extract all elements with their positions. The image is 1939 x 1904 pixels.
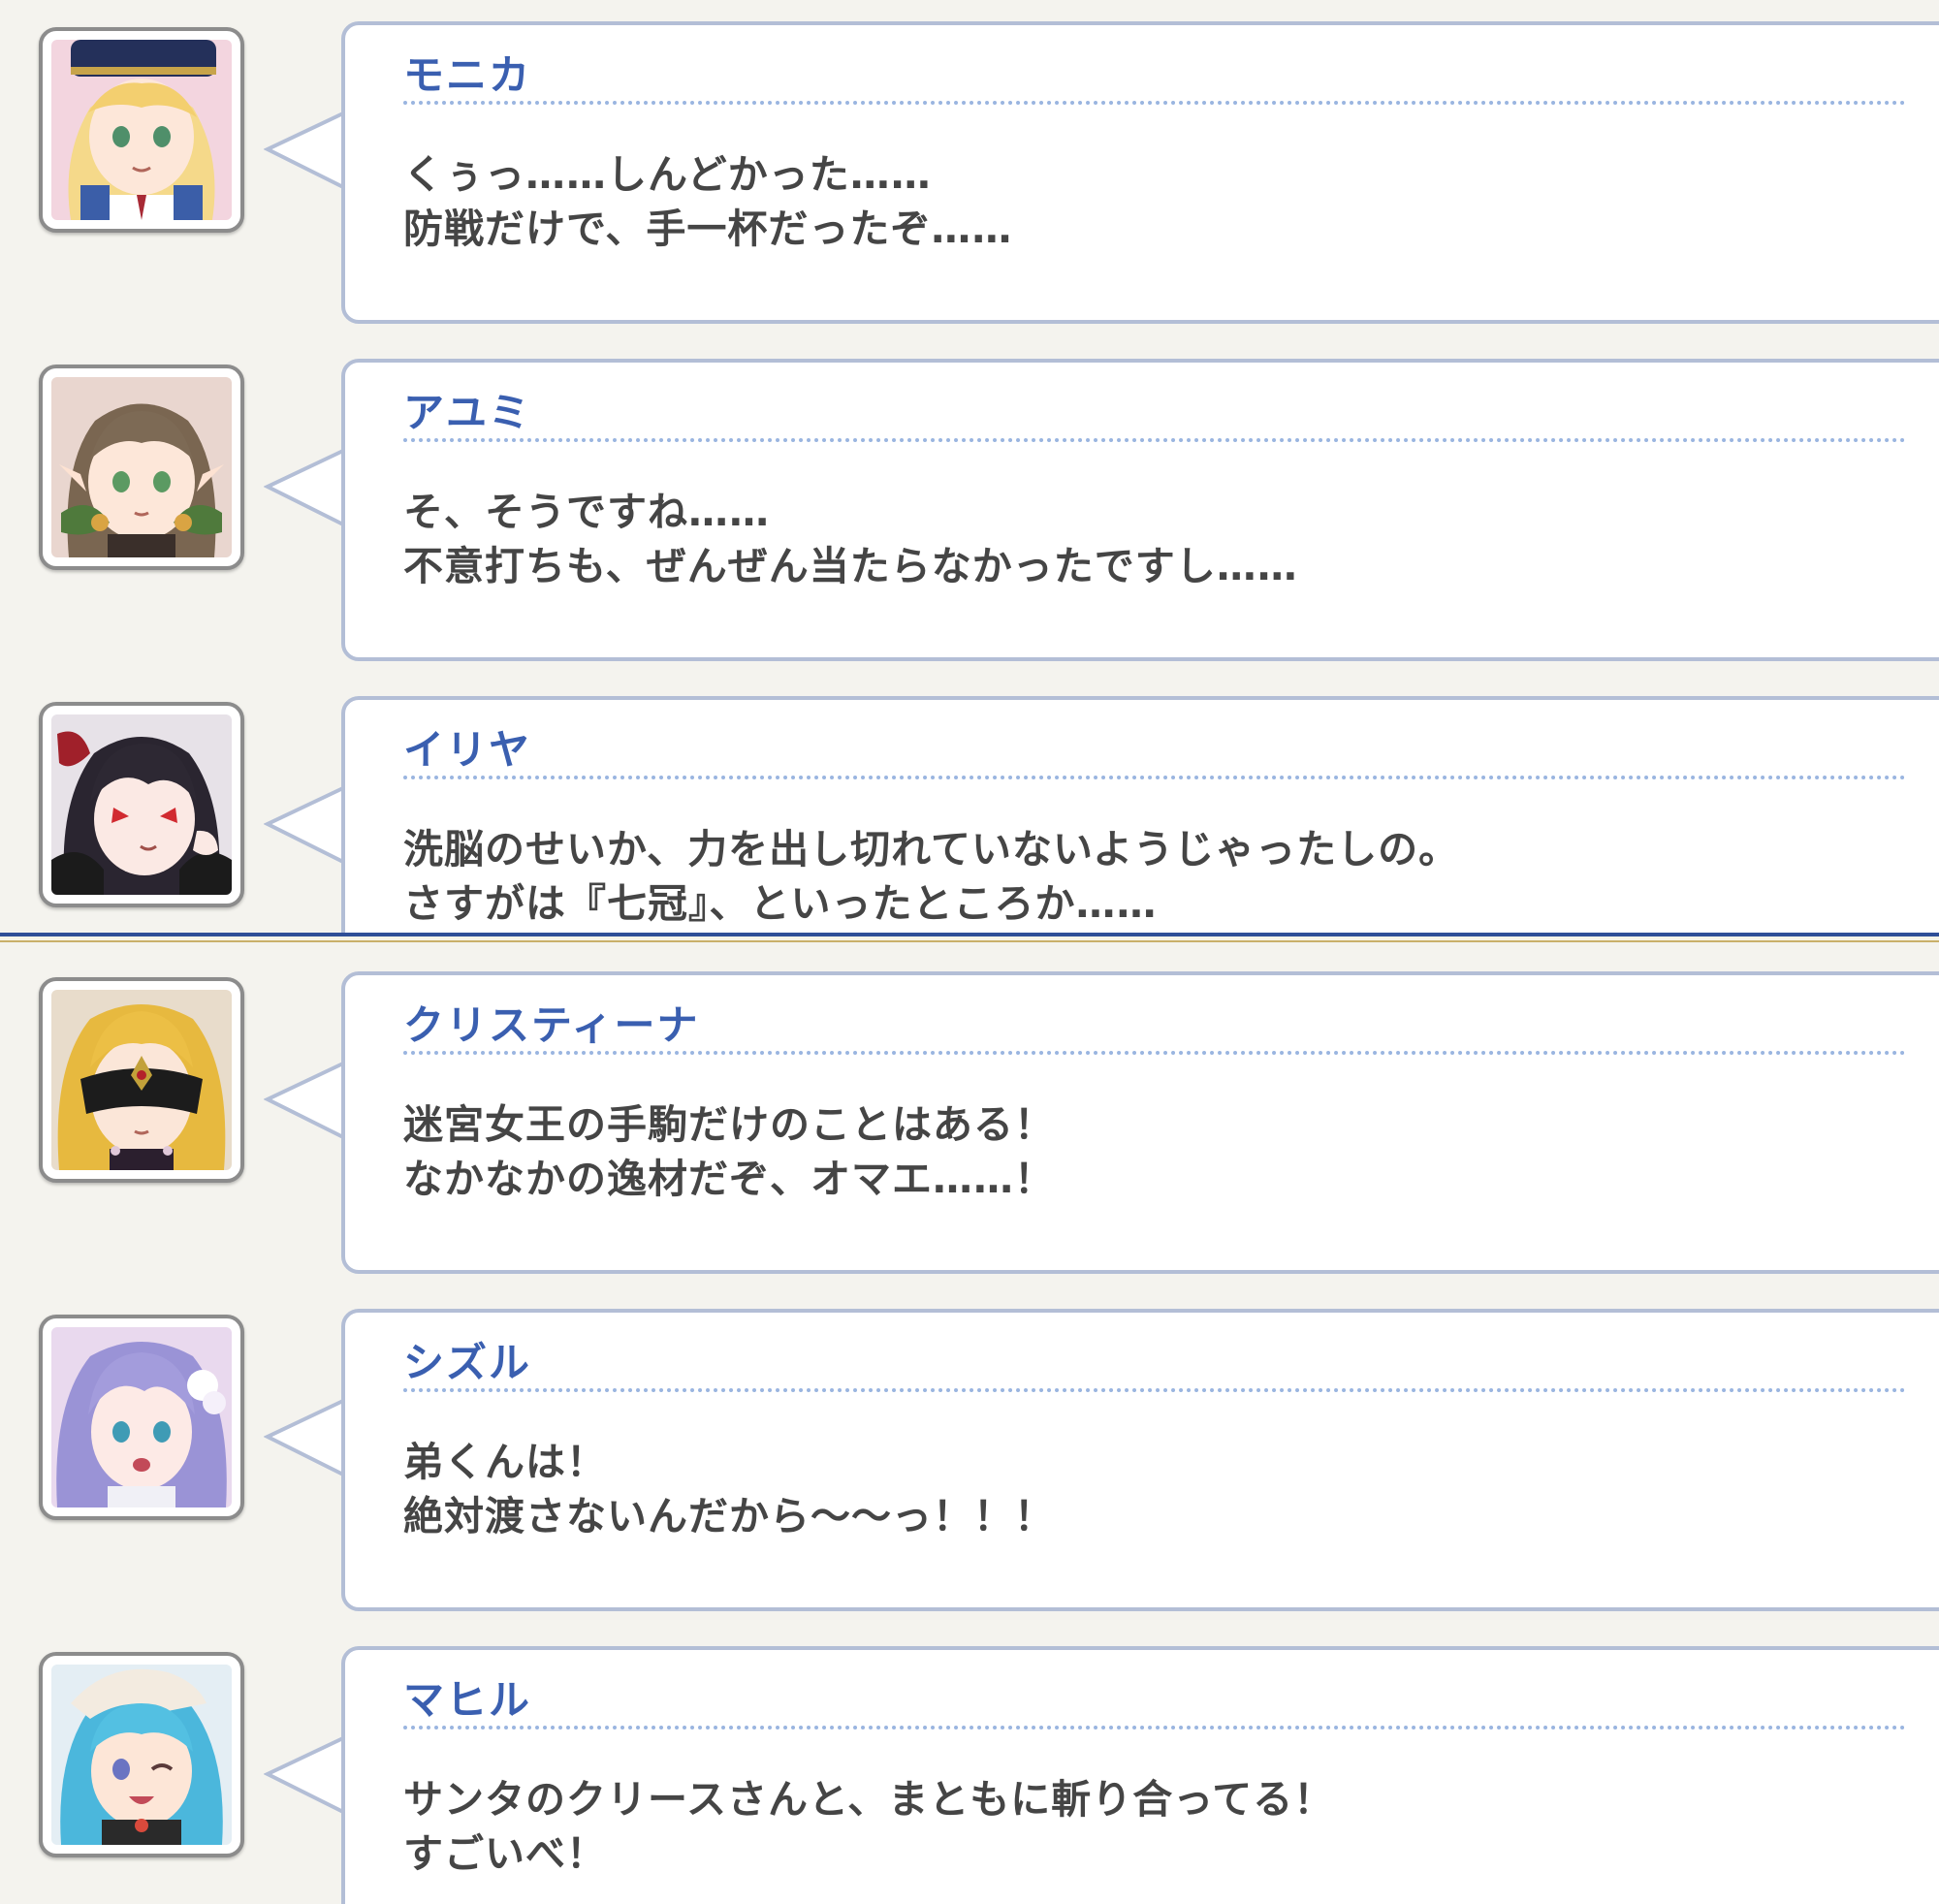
dialogue-line: 絶対渡さないんだから〜〜っ！！！ — [403, 1493, 1055, 1539]
screenshot-divider — [0, 933, 1939, 942]
dotted-separator — [403, 438, 1906, 442]
dotted-separator — [403, 101, 1906, 105]
speaker-name: クリスティーナ — [403, 1001, 700, 1049]
dialogue-entry: アユミ そ、そうですね…… 不意打ちも、ぜんぜん当たらなかったですし…… — [0, 359, 1939, 661]
dialogue-line: 防戦だけで、手一杯だったぞ…… — [403, 206, 1013, 252]
dialogue-entry: クリスティーナ 迷宮女王の手駒だけのことはある！ なかなかの逸材だぞ、オマエ……… — [0, 971, 1939, 1274]
christina-portrait — [51, 990, 232, 1170]
dialogue-line: サンタのクリースさんと、まともに斬り合ってる！ — [403, 1776, 1335, 1823]
dialogue-entry: モニカ くぅっ……しんどかった…… 防戦だけで、手一杯だったぞ…… — [0, 21, 1939, 324]
dialogue-line: 不意打ちも、ぜんぜん当たらなかったですし…… — [403, 543, 1298, 589]
dialogue-entry: マヒル サンタのクリースさんと、まともに斬り合ってる！ すごいべ！ — [0, 1646, 1939, 1904]
speech-bubble: イリヤ 洗脳のせいか、力を出し切れていないようじゃったしの。 さすがは『七冠』、… — [341, 696, 1939, 933]
bubble-tail — [264, 1724, 351, 1830]
dialogue-line: 弟くんは！ — [403, 1439, 607, 1485]
speech-bubble: アユミ そ、そうですね…… 不意打ちも、ぜんぜん当たらなかったですし…… — [341, 359, 1939, 661]
dialogue-line: 迷宮女王の手駒だけのことはある！ — [403, 1101, 1055, 1148]
monika-portrait — [51, 40, 232, 220]
bubble-tail — [264, 1386, 351, 1493]
bubble-tail — [264, 436, 351, 543]
avatar[interactable] — [39, 702, 244, 907]
dotted-separator — [403, 1388, 1906, 1392]
avatar[interactable] — [39, 27, 244, 233]
dialogue-entry: シズル 弟くんは！ 絶対渡さないんだから〜〜っ！！！ — [0, 1309, 1939, 1611]
dialogue-entry: イリヤ 洗脳のせいか、力を出し切れていないようじゃったしの。 さすがは『七冠』、… — [0, 696, 1939, 933]
speaker-name: シズル — [403, 1339, 532, 1386]
speaker-name: アユミ — [403, 389, 532, 436]
speaker-name: マヒル — [403, 1676, 532, 1724]
speech-bubble: モニカ くぅっ……しんどかった…… 防戦だけで、手一杯だったぞ…… — [341, 21, 1939, 324]
dialogue-line: くぅっ……しんどかった…… — [403, 151, 932, 198]
avatar[interactable] — [39, 365, 244, 570]
speaker-name: イリヤ — [403, 726, 532, 774]
dialogue-line: すごいべ！ — [403, 1830, 607, 1877]
dialogue-line: なかなかの逸材だぞ、オマエ……！ — [403, 1156, 1055, 1202]
dialogue-line: さすがは『七冠』、といったところか…… — [403, 880, 1158, 927]
dialogue-log-panel-top[interactable]: モニカ くぅっ……しんどかった…… 防戦だけで、手一杯だったぞ…… アユミ そ、… — [0, 0, 1939, 933]
speaker-name: モニカ — [403, 51, 532, 99]
ayumi-portrait — [51, 377, 232, 557]
speech-bubble: クリスティーナ 迷宮女王の手駒だけのことはある！ なかなかの逸材だぞ、オマエ……… — [341, 971, 1939, 1274]
dotted-separator — [403, 776, 1906, 779]
bubble-tail — [264, 1049, 351, 1156]
dialogue-line: そ、そうですね…… — [403, 489, 770, 535]
shizuru-portrait — [51, 1327, 232, 1507]
ilya-portrait — [51, 714, 232, 895]
bubble-tail — [264, 774, 351, 880]
dialogue-log-panel-bottom[interactable]: クリスティーナ 迷宮女王の手駒だけのことはある！ なかなかの逸材だぞ、オマエ……… — [0, 942, 1939, 1904]
speech-bubble: マヒル サンタのクリースさんと、まともに斬り合ってる！ すごいべ！ — [341, 1646, 1939, 1904]
avatar[interactable] — [39, 1315, 244, 1520]
dialogue-line: 洗脳のせいか、力を出し切れていないようじゃったしの。 — [403, 826, 1460, 873]
speech-bubble: シズル 弟くんは！ 絶対渡さないんだから〜〜っ！！！ — [341, 1309, 1939, 1611]
dotted-separator — [403, 1051, 1906, 1055]
mahiru-portrait — [51, 1665, 232, 1845]
avatar[interactable] — [39, 977, 244, 1183]
avatar[interactable] — [39, 1652, 244, 1857]
dotted-separator — [403, 1726, 1906, 1729]
bubble-tail — [264, 99, 351, 206]
